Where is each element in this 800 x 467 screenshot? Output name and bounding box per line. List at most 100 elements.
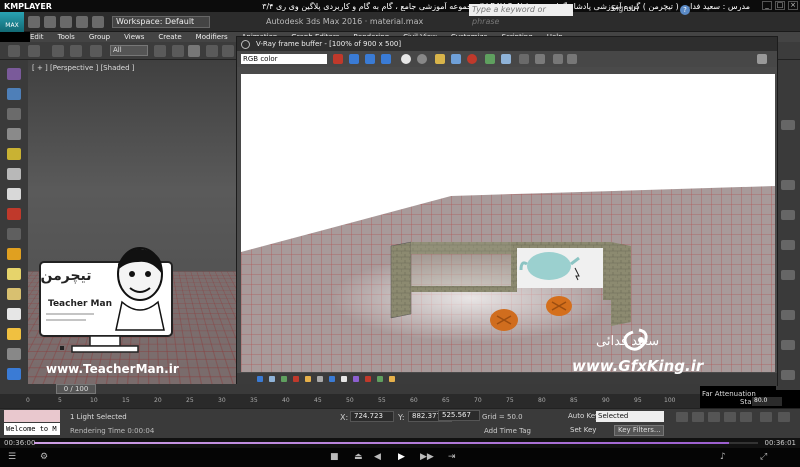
vfb-bottom-icon-2[interactable] (269, 376, 275, 382)
undo-icon[interactable] (8, 45, 20, 57)
play-pause-icon[interactable]: ▶ (398, 452, 405, 462)
teapot-icon[interactable] (7, 188, 21, 200)
x-coordinate-field[interactable]: 724.723 (350, 411, 394, 422)
region-render-icon[interactable] (519, 54, 529, 64)
plane-icon[interactable] (7, 288, 21, 300)
vfb-bottom-icon-3[interactable] (281, 376, 287, 382)
load-image-icon[interactable] (451, 54, 461, 64)
add-time-tag-button[interactable]: Add Time Tag (484, 427, 531, 435)
blue-channel-icon[interactable] (365, 54, 375, 64)
menu-tools[interactable]: Tools (58, 33, 75, 41)
panel-rollout-icon-6[interactable] (781, 340, 795, 350)
vfb-title-bar[interactable]: V-Ray frame buffer - [100% of 900 x 500] (237, 37, 777, 51)
link-icon[interactable] (52, 45, 64, 57)
panel-scroll-icon[interactable] (781, 120, 795, 130)
seek-bar[interactable] (34, 442, 758, 444)
panel-rollout-icon[interactable] (781, 180, 795, 190)
light-icon[interactable] (7, 148, 21, 160)
prev-icon[interactable]: ◀ (374, 452, 381, 462)
vfb-bottom-icon-4[interactable] (293, 376, 299, 382)
pixel-info-icon[interactable] (553, 54, 563, 64)
zoom-icon[interactable] (760, 412, 772, 422)
track-mouse-icon[interactable] (501, 54, 511, 64)
monochrome-icon[interactable] (381, 54, 391, 64)
eject-icon[interactable]: ⏏ (354, 452, 363, 462)
menu-group[interactable]: Group (89, 33, 110, 41)
panel-rollout-icon-4[interactable] (781, 270, 795, 280)
save-image-icon[interactable] (435, 54, 445, 64)
window-crossing-icon[interactable] (206, 45, 218, 57)
kmplayer-progress-bar[interactable]: 00:36:00 00:36:01 (0, 438, 800, 448)
help-icon[interactable]: ? (680, 5, 690, 15)
track-bar[interactable]: 0 5 10 15 20 25 30 35 40 45 50 55 60 65 … (0, 394, 700, 408)
start-value-field[interactable]: 80.0 (752, 397, 782, 406)
save-file-icon[interactable] (60, 15, 72, 28)
previous-frame-icon[interactable] (692, 412, 704, 422)
workspace-dropdown[interactable]: Workspace: Default (112, 15, 210, 28)
sign-in-button[interactable]: Sign In (611, 4, 638, 13)
vfb-bottom-icon-11[interactable] (377, 376, 383, 382)
redo-icon[interactable] (28, 45, 40, 57)
stop-icon[interactable]: ■ (330, 452, 339, 462)
create-icon[interactable] (7, 68, 21, 80)
vfb-bottom-icon-6[interactable] (317, 376, 323, 382)
volume-icon[interactable]: ♪ (720, 452, 726, 462)
gray-circle-icon[interactable] (417, 54, 427, 64)
vfb-bottom-icon-5[interactable] (305, 376, 311, 382)
kmplayer-logo[interactable]: KMPLAYER (0, 2, 60, 11)
red-channel-icon[interactable] (333, 54, 343, 64)
sun-icon[interactable] (7, 248, 21, 260)
panel-rollout-icon-5[interactable] (781, 310, 795, 320)
dome-light-icon[interactable] (7, 268, 21, 280)
menu-views[interactable]: Views (124, 33, 144, 41)
orbit-icon[interactable] (778, 412, 790, 422)
bind-space-warp-icon[interactable] (90, 45, 102, 57)
modify-icon[interactable] (7, 88, 21, 100)
next-icon[interactable]: ▶▶ (420, 452, 434, 462)
duplicate-icon[interactable] (485, 54, 495, 64)
menu-modifiers[interactable]: Modifiers (196, 33, 228, 41)
maximize-icon[interactable]: □ (775, 1, 785, 10)
panel-rollout-icon-2[interactable] (781, 210, 795, 220)
time-slider-handle[interactable]: 0 / 100 (56, 384, 96, 394)
select-by-name-icon[interactable] (172, 45, 184, 57)
vfb-bottom-icon-7[interactable] (329, 376, 335, 382)
panel-rollout-icon-3[interactable] (781, 240, 795, 250)
undo-icon[interactable] (76, 15, 88, 28)
channel-dropdown[interactable]: RGB color (241, 54, 327, 64)
hierarchy-icon[interactable] (7, 108, 21, 120)
go-to-start-icon[interactable] (676, 412, 688, 422)
gear-icon[interactable] (7, 328, 21, 340)
maxscript-listener-top[interactable] (4, 410, 60, 422)
vfb-corner-icon[interactable] (757, 54, 767, 64)
unlink-icon[interactable] (70, 45, 82, 57)
vray-light-icon[interactable] (7, 208, 21, 220)
maxscript-listener[interactable]: Welcome to M (4, 423, 60, 435)
menu-create[interactable]: Create (158, 33, 181, 41)
linked-icon[interactable] (535, 54, 545, 64)
panel-rollout-icon-7[interactable] (781, 370, 795, 380)
proxy-icon[interactable] (7, 348, 21, 360)
search-input[interactable]: Type a keyword or phrase (469, 4, 573, 26)
rect-selection-icon[interactable] (188, 45, 200, 57)
green-channel-icon[interactable] (349, 54, 359, 64)
render-image[interactable] (241, 74, 775, 372)
z-coordinate-field[interactable]: 525.567 (438, 410, 480, 421)
select-object-icon[interactable] (154, 45, 166, 57)
camera-icon[interactable] (7, 168, 21, 180)
close-icon[interactable]: × (788, 1, 798, 10)
viewport-label[interactable]: [ + ] [Perspective ] [Shaded ] (32, 64, 135, 72)
render-last-icon[interactable] (567, 54, 577, 64)
go-to-end-icon[interactable] (740, 412, 752, 422)
key-filters-button[interactable]: Key Filters... (614, 425, 664, 436)
open-file-icon[interactable] (44, 15, 56, 28)
time-slider[interactable]: 0 / 100 (0, 384, 700, 394)
menu-edit[interactable]: Edit (30, 33, 44, 41)
utility-icon[interactable] (7, 368, 21, 380)
sphere-icon[interactable] (7, 228, 21, 240)
max-app-button[interactable]: MAX (0, 11, 24, 32)
vfb-bottom-icon-1[interactable] (257, 376, 263, 382)
clear-image-icon[interactable] (467, 54, 477, 64)
settings-icon[interactable]: ⚙ (40, 452, 48, 462)
vfb-bottom-icon-10[interactable] (365, 376, 371, 382)
